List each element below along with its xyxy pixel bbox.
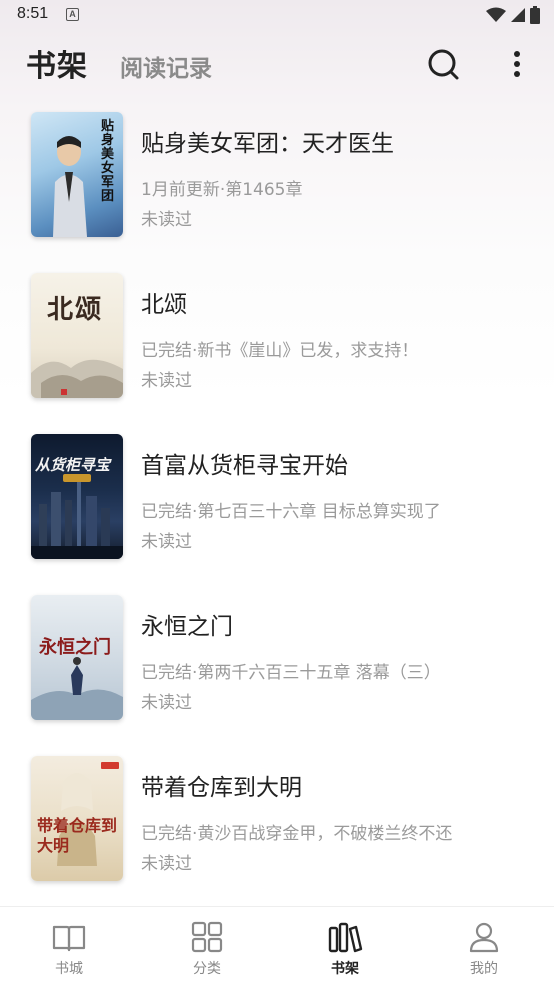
nav-item-bookstore[interactable]: 书城 [0,907,138,984]
book-open-icon [52,925,86,952]
status-bar: 8:51 A [0,0,554,32]
book-item[interactable]: 从货柜寻宝 首富从货柜寻宝开始 已完结·第七百三十六章 目标总算实现了 未读过 [0,430,554,591]
grid-icon [191,921,223,953]
nav-label: 书架 [331,961,359,977]
book-title: 首富从货柜寻宝开始 [141,453,348,479]
top-bar: 书架 阅读记录 [0,32,554,98]
nav-label: 书城 [55,961,83,977]
book-title: 北颂 [141,292,187,318]
nav-label: 我的 [470,961,498,977]
book-cover[interactable]: 北颂 [31,273,123,398]
signal-icon [511,8,525,22]
cover-title: 北颂 [47,295,104,325]
wifi-icon [486,7,506,22]
book-cover[interactable]: 贴身美女军团 [31,112,123,237]
book-title: 贴身美女军团：天才医生 [141,131,394,157]
book-read-progress: 未读过 [141,693,192,713]
bookshelf-icon [328,922,363,953]
tab-bookshelf[interactable]: 书架 [26,41,88,85]
cover-title: 带着仓库到大明 [37,816,118,855]
more-menu-button[interactable] [506,46,528,82]
book-status: 已完结·第七百三十六章 目标总算实现了 [141,502,441,522]
search-icon [428,49,459,80]
bottom-nav: 书城 分类 书架 我的 [0,906,554,984]
cover-art [31,474,123,559]
more-vertical-icon [514,51,520,77]
book-item[interactable]: 永恒之门 永恒之门 已完结·第两千六百三十五章 落幕（三） 未读过 [0,591,554,752]
book-title: 带着仓库到大明 [141,775,302,801]
book-item[interactable]: 北颂 北颂 已完结·新书《崖山》已发，求支持！ 未读过 [0,269,554,430]
book-cover[interactable]: 带着仓库到大明 [31,756,123,881]
nav-item-bookshelf[interactable]: 书架 [276,907,414,984]
book-title: 永恒之门 [141,614,233,640]
book-read-progress: 未读过 [141,371,192,391]
book-cover[interactable]: 永恒之门 [31,595,123,720]
book-item[interactable]: 贴身美女军团 贴身美女军团：天才医生 1月前更新·第1465章 未读过 [0,108,554,269]
cover-title: 永恒之门 [39,637,111,658]
book-list: 贴身美女军团 贴身美女军团：天才医生 1月前更新·第1465章 未读过 北颂 北… [0,108,554,913]
nav-item-category[interactable]: 分类 [138,907,276,984]
book-cover[interactable]: 从货柜寻宝 [31,434,123,559]
battery-icon [530,6,540,24]
book-item[interactable]: 带着仓库到大明 带着仓库到大明 已完结·黄沙百战穿金甲，不破楼兰终不还 未读过 [0,752,554,913]
book-status: 已完结·第两千六百三十五章 落幕（三） [141,663,441,683]
book-read-progress: 未读过 [141,854,192,874]
book-read-progress: 未读过 [141,210,192,230]
tab-reading-history[interactable]: 阅读记录 [120,49,212,83]
cover-title: 从货柜寻宝 [35,456,111,474]
nav-item-profile[interactable]: 我的 [415,907,553,984]
book-status: 已完结·新书《崖山》已发，求支持！ [141,341,419,361]
book-status: 已完结·黄沙百战穿金甲，不破楼兰终不还 [141,824,453,844]
user-icon [469,922,499,953]
notification-icon: A [66,8,79,21]
book-read-progress: 未读过 [141,532,192,552]
cover-title: 贴身美女军团 [101,119,115,204]
search-button[interactable] [425,46,461,82]
nav-label: 分类 [193,961,221,977]
status-icons [486,6,540,24]
status-time: 8:51 [17,5,49,22]
book-status: 1月前更新·第1465章 [141,180,303,200]
